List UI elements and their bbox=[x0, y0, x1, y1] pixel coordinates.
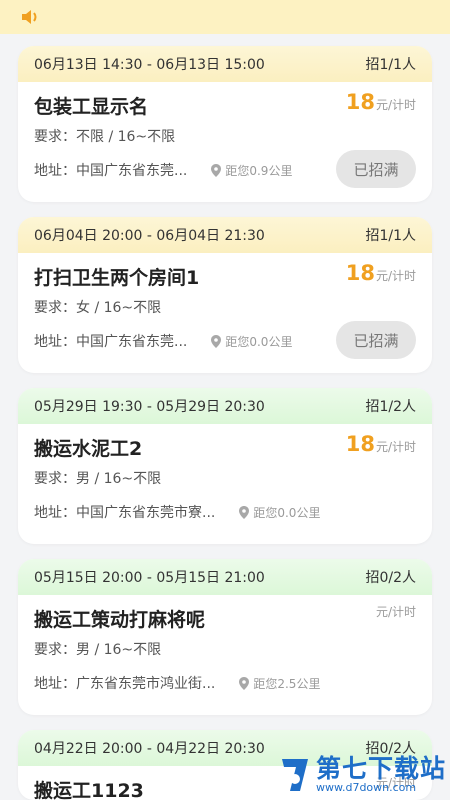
job-title: 搬运工1123 bbox=[34, 780, 144, 800]
price-value: 18 bbox=[345, 432, 375, 456]
distance-text: 距您0.0公里 bbox=[253, 505, 321, 520]
recruit-count: 招0/2人 bbox=[365, 570, 416, 586]
job-title: 搬运水泥工2 bbox=[34, 438, 143, 460]
time-range: 06月04日 20:00 - 06月04日 21:30 bbox=[34, 228, 265, 244]
time-range: 05月15日 20:00 - 05月15日 21:00 bbox=[34, 570, 265, 586]
address: 地址：中国广东省东莞... bbox=[34, 163, 188, 179]
job-card[interactable]: 06月13日 14:30 - 06月13日 15:00 招1/1人 包装工显示名… bbox=[18, 46, 432, 202]
job-card[interactable]: 05月29日 19:30 - 05月29日 20:30 招1/2人 搬运水泥工2… bbox=[18, 388, 432, 544]
price: 18 元/计时 bbox=[346, 90, 416, 114]
site-logo-icon bbox=[281, 759, 308, 791]
site-watermark: 第七下载站 www.d7down.com bbox=[278, 756, 446, 794]
location-pin-icon bbox=[211, 163, 222, 177]
time-range: 06月13日 14:30 - 06月13日 15:00 bbox=[34, 57, 265, 73]
requirement: 要求：男 / 16~不限 bbox=[34, 471, 162, 487]
address: 地址：中国广东省东莞... bbox=[34, 334, 188, 350]
time-range: 04月22日 20:00 - 04月22日 20:30 bbox=[34, 741, 265, 757]
time-range: 05月29日 19:30 - 05月29日 20:30 bbox=[34, 399, 265, 415]
price-unit: 元/计时 bbox=[375, 98, 416, 112]
job-title: 打扫卫生两个房间1 bbox=[34, 267, 200, 289]
address: 地址：中国广东省东莞市寮... bbox=[34, 505, 216, 521]
distance-text: 距您0.9公里 bbox=[225, 163, 293, 178]
price: 18 元/计时 bbox=[346, 261, 416, 285]
price-unit: 元/计时 bbox=[375, 605, 416, 619]
requirement: 要求：女 / 16~不限 bbox=[34, 300, 162, 316]
requirement: 要求：不限 / 16~不限 bbox=[34, 129, 176, 145]
address-row: 地址：广东省东莞市鸿业街... 距您2.5公里 bbox=[34, 673, 320, 693]
watermark-name: 第七下载站 bbox=[315, 754, 446, 783]
job-title: 包装工显示名 bbox=[34, 96, 149, 118]
price-unit: 元/计时 bbox=[375, 440, 416, 454]
address: 地址：广东省东莞市鸿业街... bbox=[34, 676, 216, 692]
distance: 距您0.9公里 bbox=[211, 162, 292, 179]
recruit-count: 招1/1人 bbox=[365, 57, 416, 73]
address-row: 地址：中国广东省东莞... 距您0.9公里 bbox=[34, 160, 292, 180]
speaker-icon[interactable] bbox=[20, 7, 42, 27]
notice-bar bbox=[0, 0, 450, 34]
address-row: 地址：中国广东省东莞市寮... 距您0.0公里 bbox=[34, 502, 320, 522]
requirement: 要求：男 / 16~不限 bbox=[34, 642, 162, 658]
distance: 距您0.0公里 bbox=[211, 333, 292, 350]
job-card[interactable]: 06月04日 20:00 - 06月04日 21:30 招1/1人 打扫卫生两个… bbox=[18, 217, 432, 373]
distance: 距您2.5公里 bbox=[239, 675, 320, 692]
card-header: 06月13日 14:30 - 06月13日 15:00 招1/1人 bbox=[18, 46, 432, 82]
recruit-count: 招1/2人 bbox=[365, 399, 416, 415]
price-unit: 元/计时 bbox=[375, 269, 416, 283]
card-header: 05月15日 20:00 - 05月15日 21:00 招0/2人 bbox=[18, 559, 432, 595]
watermark-url: www.d7down.com bbox=[315, 781, 417, 794]
status-full-button[interactable]: 已招满 bbox=[336, 150, 416, 188]
job-card[interactable]: 05月15日 20:00 - 05月15日 21:00 招0/2人 搬运工策动打… bbox=[18, 559, 432, 715]
price-value: 18 bbox=[345, 261, 375, 285]
recruit-count: 招1/1人 bbox=[365, 228, 416, 244]
card-header: 06月04日 20:00 - 06月04日 21:30 招1/1人 bbox=[18, 217, 432, 253]
distance-text: 距您0.0公里 bbox=[225, 334, 293, 349]
status-full-button[interactable]: 已招满 bbox=[336, 321, 416, 359]
price-value: 18 bbox=[345, 90, 375, 114]
price: 元/计时 bbox=[375, 603, 416, 620]
location-pin-icon bbox=[211, 334, 222, 348]
distance: 距您0.0公里 bbox=[239, 504, 320, 521]
distance-text: 距您2.5公里 bbox=[253, 676, 321, 691]
location-pin-icon bbox=[239, 676, 250, 690]
job-title: 搬运工策动打麻将呢 bbox=[34, 609, 206, 631]
address-row: 地址：中国广东省东莞... 距您0.0公里 bbox=[34, 331, 292, 351]
card-header: 05月29日 19:30 - 05月29日 20:30 招1/2人 bbox=[18, 388, 432, 424]
price: 18 元/计时 bbox=[346, 432, 416, 456]
location-pin-icon bbox=[239, 505, 250, 519]
